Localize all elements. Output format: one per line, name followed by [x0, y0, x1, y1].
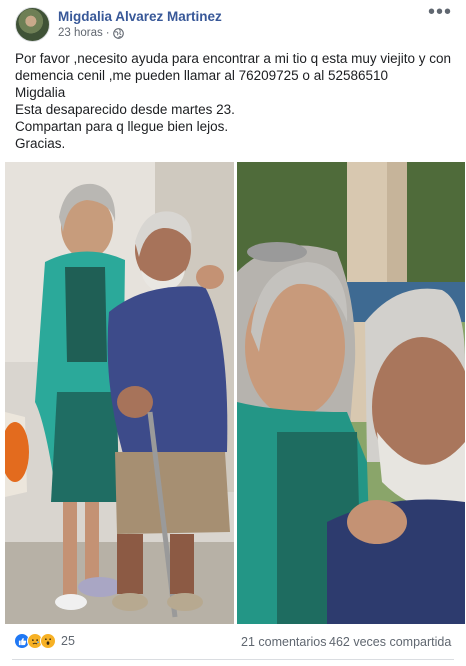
reactions-summary[interactable]: 25: [14, 633, 75, 649]
photo-couple-standing[interactable]: [5, 162, 234, 624]
post-time[interactable]: 23 horas: [58, 27, 103, 39]
photo-couple-closeup[interactable]: [237, 162, 465, 624]
post-meta: 23 horas ·: [58, 27, 124, 39]
post-text: Por favor ,necesito ayuda para encontrar…: [15, 50, 455, 152]
author-name[interactable]: Migdalia Alvarez Martinez: [58, 9, 222, 24]
more-options-icon[interactable]: •••: [428, 2, 452, 22]
divider: [12, 659, 454, 660]
post-text-line: Por favor ,necesito ayuda para encontrar…: [15, 51, 451, 66]
reaction-count[interactable]: 25: [61, 634, 75, 648]
post-text-line: Migdalia: [15, 85, 66, 100]
post-text-line: Gracias.: [15, 136, 66, 151]
comments-count[interactable]: 21 comentarios: [241, 635, 326, 649]
post-text-line: Esta desaparecido desde martes 23.: [15, 102, 235, 117]
meta-separator: ·: [105, 27, 110, 39]
globe-icon[interactable]: [112, 27, 124, 39]
avatar[interactable]: [15, 7, 50, 42]
wow-icon: [40, 633, 56, 649]
post-stats: 25 21 comentarios 462 veces compartida: [0, 624, 466, 660]
post-text-line: demencia cenil ,me pueden llamar al 7620…: [15, 68, 389, 83]
shares-count[interactable]: 462 veces compartida: [329, 635, 451, 649]
photo-grid: [5, 162, 465, 624]
post-header: Migdalia Alvarez Martinez 23 horas · •••: [0, 0, 466, 46]
post-text-line: Compartan para q llegue bien lejos.: [15, 119, 229, 134]
